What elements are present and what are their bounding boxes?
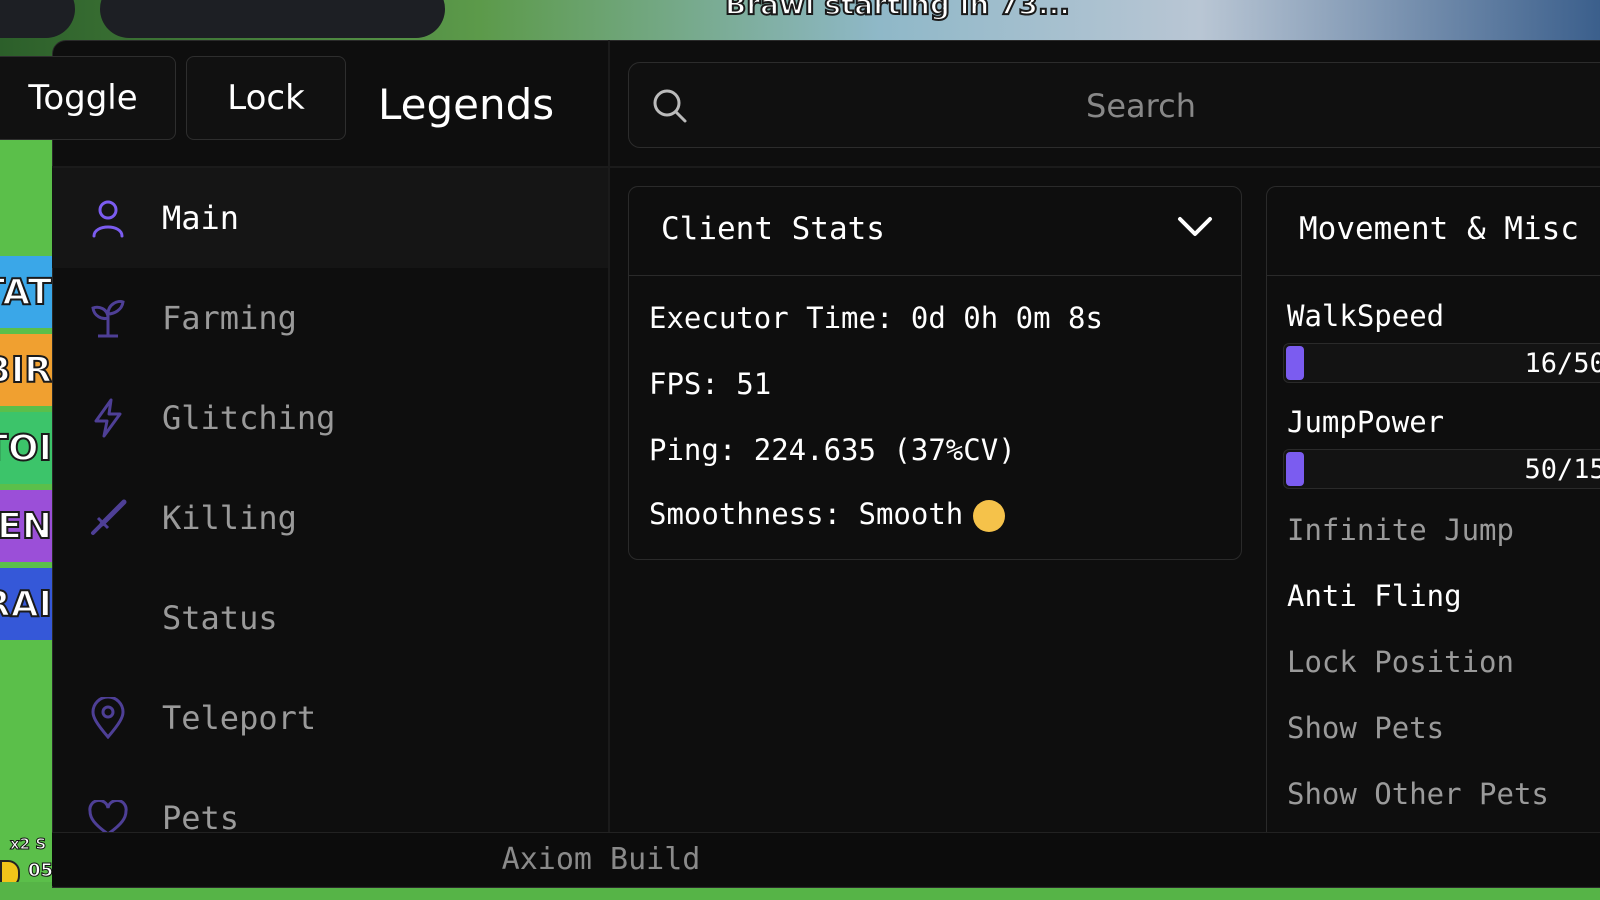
game-tile: RAI — [0, 568, 52, 640]
sword-icon — [88, 498, 128, 538]
jumppower-value: 50/150 — [1524, 454, 1600, 485]
fps-readout: FPS: 51 — [649, 367, 772, 401]
sidebar-item-main[interactable]: Main — [52, 168, 608, 268]
sidebar-item-label: Glitching — [162, 399, 336, 437]
window-title: Legends — [378, 80, 555, 129]
anti-fling-toggle[interactable]: Anti Fling — [1287, 579, 1462, 613]
game-tile: BIR — [0, 334, 52, 406]
movement-header: Movement & Misc — [1267, 187, 1600, 276]
sidebar-item-label: Pets — [162, 799, 240, 832]
infinite-jump-toggle[interactable]: Infinite Jump — [1287, 513, 1514, 547]
sidebar-item-status[interactable]: Status — [52, 568, 608, 668]
heart-icon — [88, 798, 128, 832]
map-pin-icon — [88, 697, 128, 739]
movement-card: Movement & Misc WalkSpeed 16/500 JumpPow… — [1266, 186, 1600, 846]
client-stats-card: Client Stats Executor Time: 0d 0h 0m 8s … — [628, 186, 1242, 560]
search-input[interactable] — [689, 63, 1593, 149]
game-tile: TOI — [0, 412, 52, 484]
client-stats-header[interactable]: Client Stats — [629, 187, 1241, 276]
jumppower-slider[interactable]: 50/150 — [1283, 449, 1600, 489]
game-tile: TAT — [0, 256, 52, 328]
user-icon — [88, 198, 128, 238]
coin-value: 05 — [27, 860, 54, 882]
show-other-pets-toggle[interactable]: Show Other Pets — [1287, 777, 1549, 811]
sidebar-item-killing[interactable]: Killing — [52, 468, 608, 568]
smoothness-indicator — [973, 500, 1006, 532]
jumppower-fill — [1286, 452, 1304, 486]
search-icon — [653, 89, 687, 123]
walkspeed-label: WalkSpeed — [1287, 299, 1445, 333]
sidebar-item-label: Teleport — [162, 699, 317, 737]
ping-readout: Ping: 224.635 (37%CV) — [649, 433, 1016, 467]
game-tile: EN — [0, 490, 52, 562]
multiplier-label: x2 S — [9, 835, 47, 854]
sidebar-item-farming[interactable]: Farming — [52, 268, 608, 368]
executor-time: Executor Time: 0d 0h 0m 8s — [649, 301, 1103, 335]
sidebar-item-pets[interactable]: Pets — [52, 768, 608, 832]
sidebar-item-label: Killing — [162, 499, 297, 537]
jumppower-label: JumpPower — [1287, 405, 1445, 439]
lock-button[interactable]: Lock — [186, 56, 346, 140]
sprout-icon — [88, 298, 128, 338]
movement-title: Movement & Misc — [1299, 211, 1579, 247]
sidebar-item-label: Farming — [162, 299, 297, 337]
sidebar-divider — [608, 40, 610, 832]
game-banner: Brawl starting in 73... — [724, 0, 1071, 22]
walkspeed-fill — [1286, 346, 1304, 380]
sidebar-item-label: Status — [162, 599, 278, 637]
sidebar-item-glitching[interactable]: Glitching — [52, 368, 608, 468]
sidebar-item-label: Main — [162, 199, 240, 237]
game-hud-pill — [100, 0, 445, 38]
show-pets-toggle[interactable]: Show Pets — [1287, 711, 1444, 745]
lock-position-toggle[interactable]: Lock Position — [1287, 645, 1514, 679]
walkspeed-slider[interactable]: 16/500 — [1283, 343, 1600, 383]
sidebar-item-teleport[interactable]: Teleport — [52, 668, 608, 768]
smoothness-row: Smoothness: Smooth — [649, 497, 1006, 532]
lightning-icon — [88, 398, 128, 438]
search-bar[interactable] — [628, 62, 1600, 149]
build-footer: Axiom Build — [52, 832, 1600, 886]
chevron-down-icon[interactable] — [1177, 215, 1213, 243]
toggle-button[interactable]: Toggle — [0, 56, 176, 140]
client-stats-title: Client Stats — [661, 211, 885, 247]
walkspeed-value: 16/500 — [1524, 348, 1600, 379]
sidebar: Main Farming Glitching Killing Status Te… — [52, 168, 608, 832]
smoothness-readout: Smoothness: Smooth — [649, 497, 964, 531]
